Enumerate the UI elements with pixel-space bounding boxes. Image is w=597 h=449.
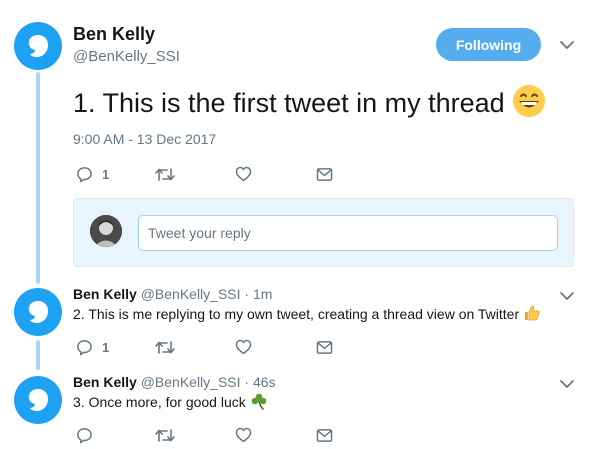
reply-icon xyxy=(77,339,92,355)
chevron-down-icon[interactable] xyxy=(559,376,575,392)
author-name[interactable]: Ben Kelly xyxy=(73,374,137,390)
thread-line xyxy=(36,72,40,284)
envelope-icon xyxy=(316,340,333,354)
retweet-icon xyxy=(155,340,175,354)
retweet-action[interactable] xyxy=(155,338,175,356)
retweet-action[interactable] xyxy=(155,165,175,183)
tweet-text: 3. Once more, for good luck xyxy=(73,392,268,415)
following-button[interactable]: Following xyxy=(436,28,541,61)
reply-header: Ben Kelly @BenKelly_SSI · 46s xyxy=(73,374,276,390)
user-avatar-icon xyxy=(28,301,48,323)
separator: · xyxy=(244,374,250,390)
like-action[interactable] xyxy=(235,165,252,183)
retweet-action[interactable] xyxy=(155,426,175,444)
author-handle[interactable]: @BenKelly_SSI xyxy=(141,374,241,390)
reply-input[interactable]: Tweet your reply xyxy=(138,215,558,251)
envelope-icon xyxy=(316,428,333,442)
thumbs-up-icon xyxy=(523,304,541,327)
avatar[interactable] xyxy=(14,22,62,70)
reply-icon xyxy=(77,166,92,182)
reply-action[interactable] xyxy=(76,426,102,444)
tweet-time[interactable]: 1m xyxy=(253,286,272,302)
avatar xyxy=(90,215,122,247)
envelope-icon xyxy=(316,167,333,181)
user-avatar-icon xyxy=(28,389,48,411)
dm-action[interactable] xyxy=(316,338,333,356)
retweet-icon xyxy=(155,428,175,442)
tweet-text: 2. This is me replying to my own tweet, … xyxy=(73,304,541,327)
heart-icon xyxy=(235,427,252,443)
thread-line xyxy=(36,340,40,370)
chevron-down-icon[interactable] xyxy=(559,37,575,53)
shamrock-icon xyxy=(250,392,268,415)
reply-icon xyxy=(77,427,92,443)
tweet-text-content: 1. This is the first tweet in my thread xyxy=(73,88,505,119)
tweet-time[interactable]: 46s xyxy=(253,374,276,390)
tweet-text: 1. This is the first tweet in my thread xyxy=(73,84,546,126)
author-name[interactable]: Ben Kelly xyxy=(73,286,137,302)
author-name[interactable]: Ben Kelly xyxy=(73,24,155,45)
heart-icon xyxy=(235,166,252,182)
avatar[interactable] xyxy=(14,376,62,424)
grinning-face-icon xyxy=(512,84,546,126)
dm-action[interactable] xyxy=(316,426,333,444)
reply-count: 1 xyxy=(102,166,110,182)
user-avatar-icon xyxy=(28,35,48,57)
retweet-icon xyxy=(155,167,175,181)
reply-header: Ben Kelly @BenKelly_SSI · 1m xyxy=(73,286,272,302)
author-handle[interactable]: @BenKelly_SSI xyxy=(73,48,180,65)
tweet-timestamp[interactable]: 9:00 AM - 13 Dec 2017 xyxy=(73,131,216,147)
reply-action[interactable]: 1 xyxy=(76,165,109,183)
author-handle[interactable]: @BenKelly_SSI xyxy=(141,286,241,302)
avatar[interactable] xyxy=(14,288,62,336)
user-photo-icon xyxy=(90,215,122,247)
like-action[interactable] xyxy=(235,338,252,356)
reply-count: 1 xyxy=(102,339,110,355)
chevron-down-icon[interactable] xyxy=(559,288,575,304)
dm-action[interactable] xyxy=(316,165,333,183)
tweet-text-content: 3. Once more, for good luck xyxy=(73,394,246,411)
tweet-text-content: 2. This is me replying to my own tweet, … xyxy=(73,306,520,323)
reply-compose: Tweet your reply xyxy=(73,198,574,267)
like-action[interactable] xyxy=(235,426,252,444)
separator: · xyxy=(244,286,250,302)
heart-icon xyxy=(235,339,252,355)
reply-action[interactable]: 1 xyxy=(76,338,109,356)
